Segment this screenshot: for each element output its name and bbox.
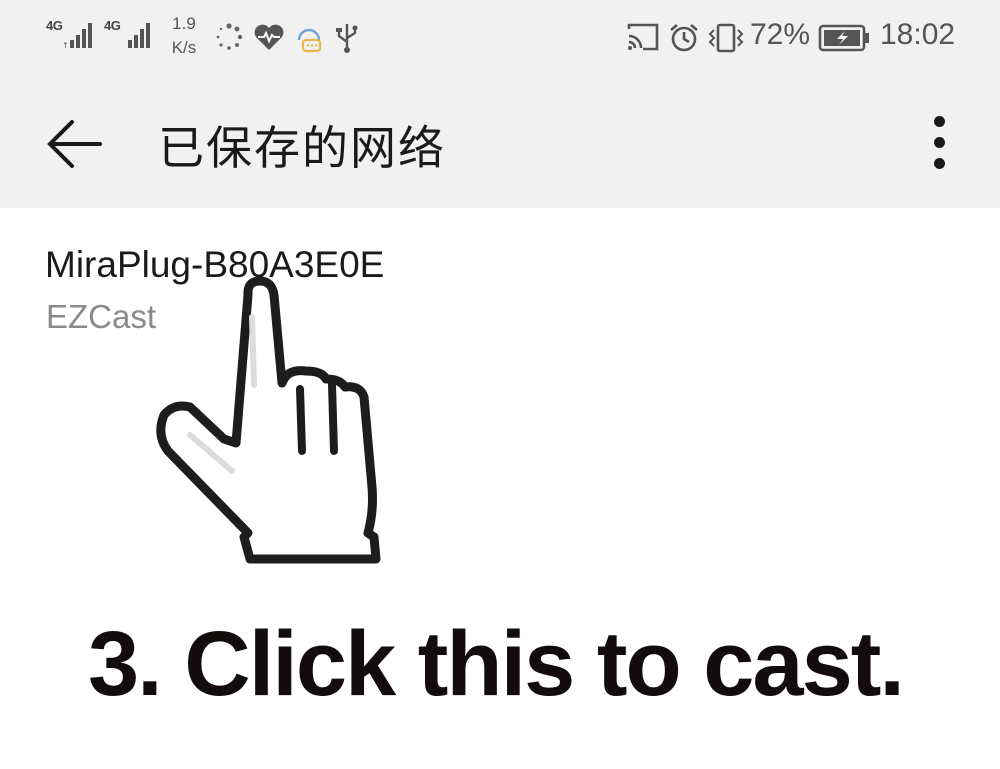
instruction-caption: 3. Click this to cast. [88,613,905,715]
usb-icon [336,24,358,53]
loading-dots-icon [216,23,243,50]
sim2-signal: 4G [104,16,156,52]
more-vertical-icon [934,116,945,127]
vibrate-icon [708,23,744,53]
more-options-button[interactable] [915,110,965,176]
status-bar: 4G ↑↓ 4G 1.9 K/s 72% 18:02 [0,0,1000,78]
network-speed: 1.9 K/s [164,12,204,60]
signal-bars-icon [128,23,150,48]
assistant-chat-icon [297,28,322,53]
page-title: 已保存的网络 [158,121,446,175]
alarm-icon [670,24,698,52]
pointing-hand-icon [156,276,381,564]
sim1-network-type: 4G [46,18,63,33]
clock: 18:02 [880,18,956,51]
more-vertical-icon [934,137,945,148]
signal-bars-icon: ↑↓ [62,23,92,50]
heart-rate-icon [254,24,284,50]
app-header: 4G ↑↓ 4G 1.9 K/s 72% 18:02 已保存的网络 [0,0,1000,208]
sim2-network-type: 4G [104,18,121,33]
more-vertical-icon [934,158,945,169]
battery-percentage: 72% [750,18,811,51]
arrow-left-icon [47,120,102,168]
cast-icon [627,23,659,51]
sim1-signal: 4G ↑↓ [46,16,98,52]
back-button[interactable] [40,108,112,180]
network-subtitle: EZCast [46,298,157,335]
svg-text:↑↓: ↑↓ [62,41,75,50]
speed-unit: K/s [171,38,197,57]
speed-value: 1.9 [172,14,196,33]
battery-charging-icon [818,24,869,52]
